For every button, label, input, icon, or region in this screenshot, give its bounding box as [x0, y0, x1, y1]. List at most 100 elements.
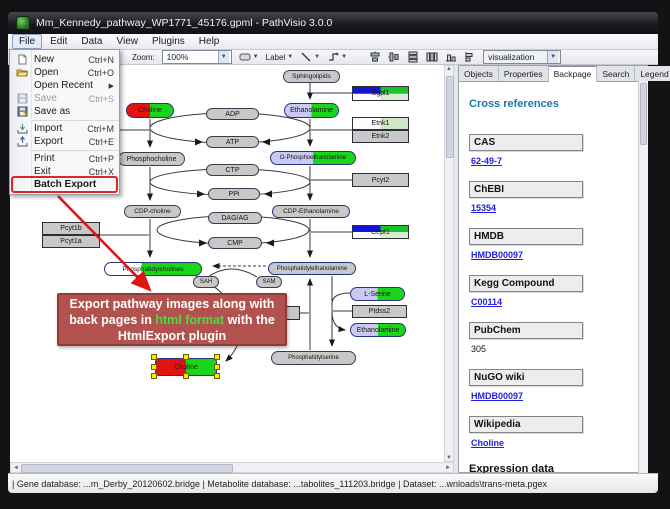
node-sphingolipids[interactable]: Sphingolipids — [283, 70, 340, 83]
canvas-vertical-scrollbar[interactable]: ▲▼ — [444, 65, 454, 462]
node-ethanolamine-bottom[interactable]: Ethanolamine — [350, 323, 406, 337]
menu-item-export[interactable]: Export Ctrl+E — [10, 135, 119, 148]
xref-title: Wikipedia — [469, 416, 583, 433]
node-phosphatidylserine[interactable]: Phosphatidylserine — [271, 351, 356, 365]
align-middle-icon[interactable] — [388, 51, 400, 63]
chevron-down-icon[interactable]: ▼ — [547, 51, 558, 63]
datanode-tool-button[interactable]: ▼ — [239, 51, 259, 63]
tab-objects[interactable]: Objects — [459, 66, 499, 81]
node-atp[interactable]: ATP — [206, 136, 259, 148]
label-tool-button[interactable]: Label ▼ — [266, 53, 294, 62]
line-tool-button[interactable]: ▼ — [300, 51, 320, 63]
selection-handle[interactable] — [214, 364, 220, 370]
visualization-combobox[interactable]: visualization ▼ — [483, 50, 561, 64]
selection-handle[interactable] — [183, 373, 189, 379]
node-ethanolamine-top[interactable]: Ethanolamine — [284, 103, 339, 118]
align-bottom-icon[interactable] — [445, 51, 457, 63]
menu-item-exit[interactable]: Exit Ctrl+X — [10, 165, 119, 178]
selection-handle[interactable] — [214, 354, 220, 360]
menu-file[interactable]: File — [12, 34, 42, 49]
chevron-down-icon[interactable]: ▼ — [218, 51, 229, 63]
gene-box-sgpl1[interactable]: Sgpl1 — [352, 86, 409, 101]
node-phosphatidylcholines[interactable]: Phosphatidylcholines — [104, 262, 202, 276]
scroll-right-icon[interactable]: ► — [445, 465, 451, 471]
connector-tool-button[interactable]: ▼ — [327, 51, 347, 63]
node-adp[interactable]: ADP — [206, 108, 259, 120]
xref-section-chebi: ChEBI 15354 — [469, 181, 639, 216]
selection-handle[interactable] — [183, 354, 189, 360]
scroll-up-icon[interactable]: ▲ — [446, 66, 452, 72]
menu-item-new[interactable]: New Ctrl+N — [10, 53, 119, 66]
gene-box-pcyt2[interactable]: Pcyt2 — [352, 173, 409, 187]
xref-link[interactable]: Choline — [471, 438, 504, 448]
gene-box-pcyt1a[interactable]: Pcyt1a — [42, 235, 100, 248]
xref-section-wikipedia: Wikipedia Choline — [469, 416, 639, 451]
menu-item-open[interactable]: Open Ctrl+O — [10, 66, 119, 79]
tab-search[interactable]: Search — [597, 66, 635, 81]
node-sah[interactable]: SAH — [193, 276, 219, 288]
gene-box-etnk2[interactable]: Etnk2 — [352, 130, 409, 143]
node-ppi[interactable]: PPi — [208, 188, 260, 200]
menu-item-save-as[interactable]: Save as — [10, 105, 119, 118]
scrollbar-thumb[interactable] — [21, 464, 233, 473]
xref-link[interactable]: HMDB00097 — [471, 250, 523, 260]
line-icon — [300, 51, 312, 63]
stack-vertical-icon[interactable] — [407, 51, 419, 63]
menu-item-print[interactable]: Print Ctrl+P — [10, 152, 119, 165]
xref-link[interactable]: 15354 — [471, 203, 496, 213]
xref-title: Kegg Compound — [469, 275, 583, 292]
menu-item-import[interactable]: Import Ctrl+M — [10, 122, 119, 135]
tab-legend[interactable]: Legend — [635, 66, 670, 81]
gene-box-ptdss2[interactable]: Ptdss2 — [352, 305, 407, 318]
xref-link[interactable]: C00114 — [471, 297, 502, 307]
tab-backpage[interactable]: Backpage — [549, 66, 598, 82]
node-ctp[interactable]: CTP — [206, 164, 259, 176]
menu-item-open-recent[interactable]: Open Recent ▶ — [10, 79, 119, 92]
gene-box-etnk1[interactable]: Etnk1 — [352, 117, 409, 130]
selection-handle[interactable] — [151, 373, 157, 379]
menu-help[interactable]: Help — [193, 35, 226, 48]
scroll-down-icon[interactable]: ▼ — [446, 455, 452, 461]
node-choline-top[interactable]: Choline — [126, 103, 174, 118]
menu-item-label: Open — [31, 67, 88, 78]
scroll-left-icon[interactable]: ◄ — [13, 465, 19, 471]
zoom-combobox[interactable]: 100% ▼ — [162, 50, 232, 64]
selection-handle[interactable] — [151, 364, 157, 370]
node-dag[interactable]: DAG/AG — [208, 212, 262, 224]
status-text: | Gene database: ...m_Derby_20120602.bri… — [12, 479, 547, 489]
node-sam[interactable]: SAM — [256, 276, 282, 288]
tab-properties[interactable]: Properties — [499, 66, 549, 81]
menu-item-batch-export[interactable]: Batch Export — [10, 178, 119, 191]
gene-box-cept1[interactable]: Cept1 — [352, 225, 409, 239]
node-phosphatidylethanolamine[interactable]: Phosphatidylethanolamine — [268, 262, 356, 275]
panel-vertical-scrollbar[interactable] — [638, 81, 648, 474]
stack-horizontal-icon[interactable] — [426, 51, 438, 63]
selection-handle[interactable] — [151, 354, 157, 360]
side-panel: Objects Properties Backpage Search Legen… — [458, 65, 648, 473]
node-cmp[interactable]: CMP — [208, 237, 262, 249]
selection-handle[interactable] — [214, 373, 220, 379]
datanode-icon — [239, 51, 251, 63]
scrollbar-thumb[interactable] — [640, 83, 647, 145]
node-o-phosphoethanolamine[interactable]: O-Phosphoethanolamine — [270, 151, 356, 165]
scrollbar-thumb[interactable] — [446, 76, 454, 158]
xref-link[interactable]: HMDB00097 — [471, 391, 523, 401]
menu-item-label: Open Recent — [31, 80, 109, 91]
canvas-horizontal-scrollbar[interactable]: ◄► — [10, 462, 454, 473]
menu-plugins[interactable]: Plugins — [146, 35, 191, 48]
menu-item-save[interactable]: Save Ctrl+S — [10, 92, 119, 105]
node-l-serine[interactable]: L-Serine — [350, 287, 405, 301]
title-bar[interactable]: Mm_Kennedy_pathway_WP1771_45176.gpml - P… — [8, 12, 658, 34]
node-cdp-choline[interactable]: CDP-choline — [124, 205, 181, 218]
menu-view[interactable]: View — [110, 35, 144, 48]
align-left-icon[interactable] — [464, 51, 476, 63]
node-phosphocholine[interactable]: Phosphocholine — [118, 152, 185, 166]
node-cdp-ethanolamine[interactable]: CDP-Ethanolamine — [272, 205, 350, 218]
save-icon — [13, 93, 31, 104]
menu-edit[interactable]: Edit — [44, 35, 73, 48]
xref-link[interactable]: 62-49-7 — [471, 156, 502, 166]
menu-data[interactable]: Data — [75, 35, 108, 48]
menu-item-shortcut: Ctrl+E — [89, 137, 114, 147]
align-center-icon[interactable] — [369, 51, 381, 63]
gene-box-pcyt1b[interactable]: Pcyt1b — [42, 222, 100, 235]
